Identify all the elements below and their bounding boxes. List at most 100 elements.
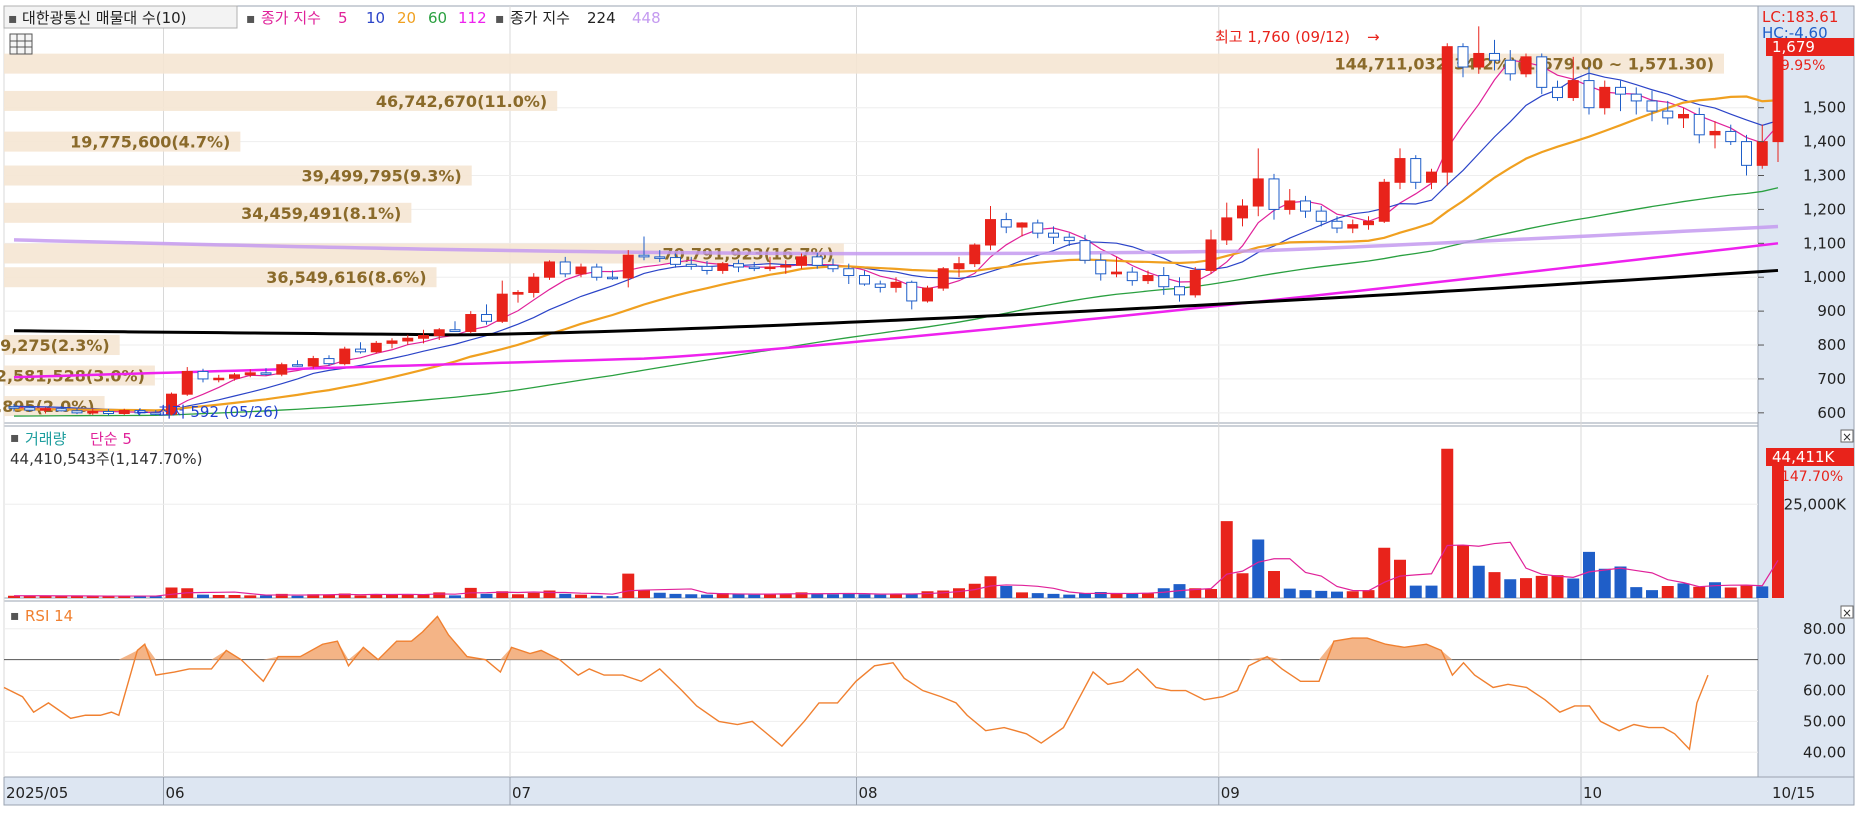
volume-bar <box>1142 593 1154 598</box>
candle-body <box>607 276 618 280</box>
rsi-title[interactable]: RSI 14 <box>25 607 73 625</box>
x-axis-label: 06 <box>166 784 185 802</box>
volume-bar <box>1630 587 1643 598</box>
candle-body <box>1725 130 1737 143</box>
volume-bar <box>1205 589 1217 598</box>
candle-body <box>496 293 508 322</box>
candle-body <box>1394 158 1406 183</box>
candle-body <box>1583 80 1595 109</box>
legend-ma112[interactable]: 112 <box>458 9 487 27</box>
candle-body <box>1158 275 1170 288</box>
volume-bar <box>590 595 603 598</box>
volume-bar <box>858 594 871 598</box>
candle-body <box>528 276 540 293</box>
candle <box>181 367 193 396</box>
volume-bar <box>827 594 839 598</box>
candle-body <box>339 348 351 365</box>
candle <box>937 267 949 291</box>
volume-bar <box>1756 586 1769 598</box>
candle <box>370 340 382 354</box>
candle-body <box>1567 80 1579 99</box>
volume-marker-icon: ▪ <box>10 430 20 446</box>
candle <box>1189 267 1201 298</box>
volume-bar <box>1126 593 1139 598</box>
candle-body <box>559 261 571 275</box>
legend-ma20[interactable]: 20 <box>397 9 416 27</box>
candle-body <box>1048 232 1059 238</box>
volume-bar <box>559 593 572 598</box>
volume-bar <box>1000 586 1013 598</box>
volume-profile-label: 34,459,491(8.1%) <box>241 204 401 223</box>
candle-body <box>937 268 949 289</box>
volume-bar <box>685 594 698 598</box>
rsi-tick-label: 40.00 <box>1803 743 1846 761</box>
volume-bar <box>1457 545 1469 598</box>
candle-body <box>386 340 398 344</box>
candle-body <box>1347 224 1359 229</box>
volume-bar <box>1661 586 1674 598</box>
candle-body <box>1079 240 1091 261</box>
candle-body <box>1646 100 1658 112</box>
volume-bar <box>842 593 855 598</box>
candle-body <box>1300 200 1311 212</box>
volume-subtitle[interactable]: 단순 5 <box>90 430 132 448</box>
close-icon[interactable]: × <box>1842 606 1852 620</box>
volume-title[interactable]: 거래량 <box>25 430 67 448</box>
candle-body <box>55 408 67 412</box>
candle-body <box>512 291 524 295</box>
candle-body <box>1063 236 1075 242</box>
candle-body <box>1552 86 1563 99</box>
candle-body <box>40 408 51 411</box>
volume-current-pct: 1147.70% <box>1772 469 1843 485</box>
legend-ma224[interactable]: 224 <box>587 9 616 27</box>
candle-body <box>953 263 965 270</box>
volume-bar <box>1535 575 1548 598</box>
volume-bar <box>386 594 398 598</box>
volume-bar <box>1394 559 1406 598</box>
candle-body <box>276 364 288 375</box>
candle-body <box>890 281 902 288</box>
candle-body <box>906 281 918 302</box>
price-tick-label: 700 <box>1817 370 1846 388</box>
volume-bar <box>1299 590 1312 598</box>
price-tick-label: 1,300 <box>1803 167 1846 185</box>
volume-bar <box>1724 587 1737 598</box>
volume-bar <box>433 592 446 598</box>
legend-ma448[interactable]: 448 <box>632 9 661 27</box>
legend-ma2-label[interactable]: 종가 지수 <box>510 9 570 27</box>
x-axis-label: 2025/05 <box>6 784 68 802</box>
price-tick-label: 600 <box>1817 404 1846 422</box>
volume-bar <box>748 594 761 598</box>
candle-body <box>874 283 886 288</box>
price-tick-label: 900 <box>1817 302 1846 320</box>
candle-body <box>1693 113 1705 136</box>
candle <box>276 362 288 377</box>
candle-body <box>544 261 555 278</box>
volume-bar <box>1709 582 1721 598</box>
legend-ma10[interactable]: 10 <box>366 9 385 27</box>
volume-bar <box>701 594 713 598</box>
candle-body <box>1126 271 1138 282</box>
volume-bar <box>953 588 965 598</box>
table-icon[interactable] <box>9 33 33 55</box>
volume-profile-label: 9,679,275(2.3%) <box>0 336 110 355</box>
candle-body <box>1111 271 1122 275</box>
volume-bar <box>1425 585 1438 598</box>
candle-body <box>307 358 319 367</box>
candle-body <box>1741 141 1752 166</box>
candle <box>465 311 477 334</box>
legend-ma5[interactable]: 5 <box>338 9 348 27</box>
volume-bar <box>1283 588 1296 598</box>
candle-body <box>197 370 209 380</box>
legend-ma60[interactable]: 60 <box>428 9 447 27</box>
legend-title[interactable]: 대한광통신 매물대 수(10) <box>22 9 187 27</box>
volume-bar <box>1110 593 1123 598</box>
legend-ma-label[interactable]: 종가 지수 <box>261 9 321 27</box>
candle-body <box>1756 141 1768 166</box>
close-icon[interactable]: × <box>1842 430 1852 444</box>
candle-body <box>1709 130 1721 136</box>
candle-body <box>654 256 666 259</box>
volume-bar <box>1315 590 1328 598</box>
candle-body <box>103 410 114 415</box>
candle-body <box>638 254 650 258</box>
